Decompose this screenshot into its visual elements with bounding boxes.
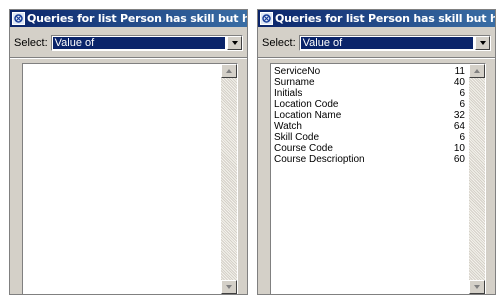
select-row: Select: Value of [262, 33, 491, 53]
field-name: Initials [274, 88, 303, 99]
field-length: 60 [453, 154, 465, 165]
field-name: Location Name [274, 110, 342, 121]
field-name: Course Code [274, 143, 333, 154]
title-bar[interactable]: Queries for list Person has skill but ha… [10, 10, 247, 27]
field-list[interactable]: ServiceNo 11 Surname 40 Initials 6 Location… [270, 63, 486, 294]
list-item[interactable]: Location Code 6 [274, 99, 465, 110]
dropdown-button[interactable] [227, 36, 242, 50]
field-list[interactable] [22, 63, 238, 294]
scroll-down-icon [474, 285, 480, 289]
divider [10, 57, 247, 59]
dropdown-button[interactable] [475, 36, 490, 50]
field-name: Surname [274, 77, 315, 88]
select-row: Select: Value of [14, 33, 243, 53]
chevron-down-icon [479, 41, 486, 45]
select-label: Select: [14, 37, 48, 49]
scroll-down-button[interactable] [221, 280, 237, 294]
scroll-up-button[interactable] [469, 64, 485, 78]
field-length: 64 [453, 121, 465, 132]
list-item[interactable]: Initials 6 [274, 88, 465, 99]
select-dropdown[interactable]: Value of [298, 35, 491, 51]
list-item[interactable]: Course Code 10 [274, 143, 465, 154]
window-title: Queries for list Person has skill but ha… [27, 12, 247, 25]
divider [258, 57, 495, 59]
select-value: Value of [300, 37, 473, 49]
field-name: Watch [274, 121, 302, 132]
field-name: Course Descrioption [274, 154, 365, 165]
select-label: Select: [262, 37, 296, 49]
field-length: 11 [454, 66, 465, 77]
field-name: Location Code [274, 99, 339, 110]
scroll-up-button[interactable] [221, 64, 237, 78]
list-item[interactable]: ServiceNo 11 [274, 66, 465, 77]
field-list-items: ServiceNo 11 Surname 40 Initials 6 Location… [274, 66, 465, 165]
list-item[interactable]: Watch 64 [274, 121, 465, 132]
scroll-up-icon [226, 69, 232, 73]
scroll-up-icon [474, 69, 480, 73]
list-item[interactable]: Course Descrioption 60 [274, 154, 465, 165]
field-length: 10 [453, 143, 465, 154]
query-window-left: Queries for list Person has skill but ha… [9, 9, 248, 295]
field-name: Skill Code [274, 132, 320, 143]
list-item[interactable]: Location Name 32 [274, 110, 465, 121]
field-length: 6 [459, 88, 465, 99]
chevron-down-icon [231, 41, 238, 45]
vertical-scrollbar[interactable] [221, 64, 237, 294]
field-length: 6 [459, 132, 465, 143]
list-item[interactable]: Skill Code 6 [274, 132, 465, 143]
title-bar[interactable]: Queries for list Person has skill but ha… [258, 10, 495, 27]
field-length: 40 [453, 77, 465, 88]
field-length: 32 [453, 110, 465, 121]
select-dropdown[interactable]: Value of [50, 35, 243, 51]
select-value: Value of [52, 37, 225, 49]
app-icon[interactable] [12, 12, 25, 25]
field-name: ServiceNo [274, 66, 321, 77]
scroll-down-icon [226, 285, 232, 289]
list-item[interactable]: Surname 40 [274, 77, 465, 88]
scroll-down-button[interactable] [469, 280, 485, 294]
query-window-right: Queries for list Person has skill but ha… [257, 9, 496, 295]
vertical-scrollbar[interactable] [469, 64, 485, 294]
app-icon[interactable] [260, 12, 273, 25]
field-length: 6 [459, 99, 465, 110]
window-title: Queries for list Person has skill but ha… [275, 12, 495, 25]
